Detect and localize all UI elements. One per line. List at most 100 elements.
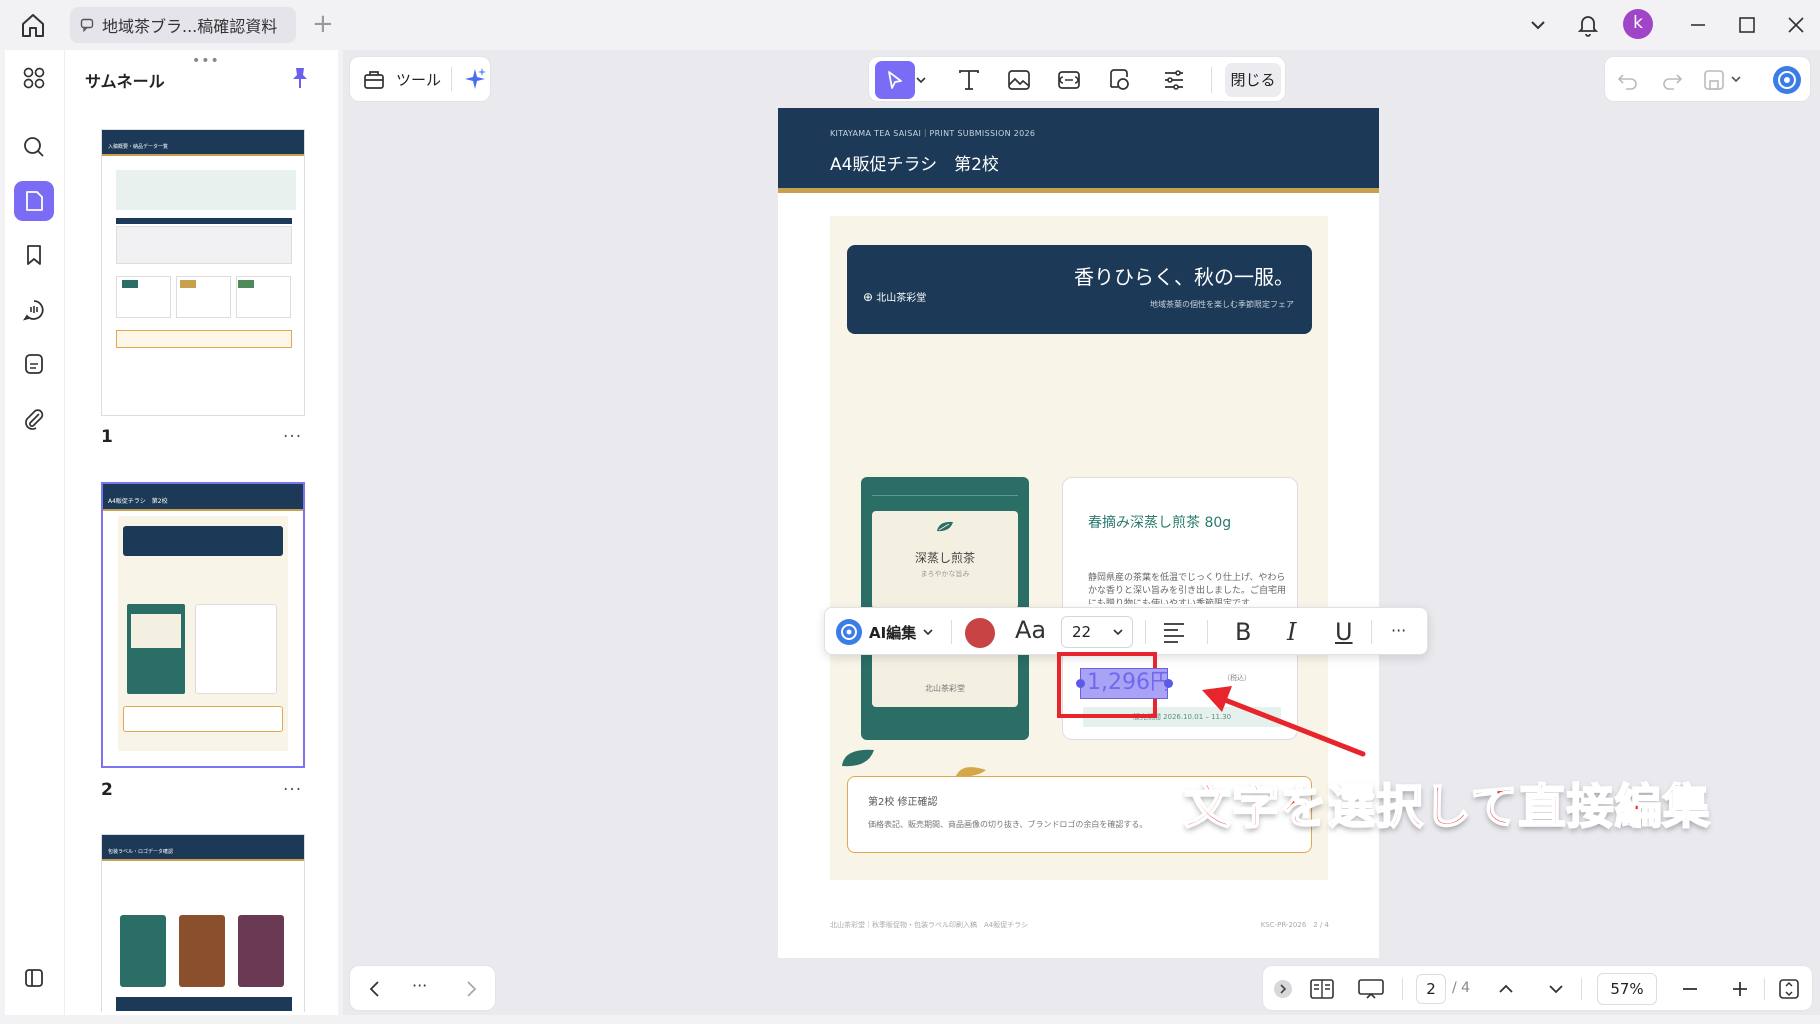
chevron-down-icon xyxy=(923,629,933,636)
selection-handle-left[interactable] xyxy=(1076,679,1085,688)
maximize-icon[interactable] xyxy=(1735,11,1759,39)
italic-button[interactable]: I xyxy=(1287,618,1296,646)
chevron-right-icon[interactable] xyxy=(460,978,482,1000)
current-page-input[interactable]: 2 xyxy=(1416,974,1446,1004)
select-tool-button[interactable] xyxy=(875,61,915,99)
package-subtitle: まろやかな旨み xyxy=(920,570,970,578)
more-button[interactable]: ··· xyxy=(412,976,427,995)
callout-text: 文字を選択して直接編集 xyxy=(1183,779,1711,836)
ai-assistant-icon[interactable] xyxy=(1772,65,1802,95)
panel-grip[interactable]: ••• xyxy=(192,53,220,69)
align-left-icon[interactable] xyxy=(1161,620,1187,644)
document-tab[interactable]: 地域茶ブラ...稿確認資料 xyxy=(70,7,296,43)
cursor-icon xyxy=(888,71,902,89)
minimize-icon[interactable] xyxy=(1686,11,1710,39)
page-number-1: 1 xyxy=(101,427,113,447)
properties-tool-icon[interactable] xyxy=(1154,64,1194,96)
home-button[interactable] xyxy=(18,12,48,38)
package-title: 深蒸し煎茶 xyxy=(914,551,975,565)
select-dropdown-icon[interactable] xyxy=(913,64,929,96)
user-avatar[interactable]: k xyxy=(1623,9,1653,39)
font-size-value: 22 xyxy=(1072,623,1092,641)
edit-toolbar: 閉じる xyxy=(868,56,1286,102)
product-description[interactable]: 静岡県産の茶葉を低温でじっくり仕上げ、やわらかな香りと深い旨みを引き出しました。… xyxy=(1088,572,1288,604)
header-title[interactable]: A4販促チラシ 第2校 xyxy=(830,150,999,175)
ai-sparkle-icon[interactable] xyxy=(462,66,488,92)
close-window-icon[interactable] xyxy=(1784,11,1808,39)
tools-label: ツール xyxy=(396,70,442,89)
banner-title[interactable]: 香りひらく、秋の一服。 xyxy=(1074,261,1294,290)
page-2-more-button[interactable]: ··· xyxy=(283,780,302,800)
save-dropdown-icon[interactable] xyxy=(1729,72,1743,86)
form-icon[interactable] xyxy=(14,344,54,384)
bookmark-icon[interactable] xyxy=(14,235,54,275)
sidebar-toggle-icon[interactable] xyxy=(14,958,54,998)
chevron-down-icon[interactable] xyxy=(1545,978,1567,1000)
product-title[interactable]: 春摘み深蒸し煎茶 80g xyxy=(1088,512,1231,532)
zoom-in-icon[interactable] xyxy=(1729,978,1751,1000)
underline-button[interactable]: U xyxy=(1335,618,1353,646)
image-tool-icon[interactable] xyxy=(1003,64,1035,96)
selection-handle-right[interactable] xyxy=(1164,679,1173,688)
thumbnail-panel: ••• サムネール 入稿概要・納品データ一覧 1 ··· A4販促チラシ 第2校… xyxy=(64,50,338,1015)
zoom-level-input[interactable]: 57% xyxy=(1597,973,1657,1005)
attachment-icon[interactable] xyxy=(14,399,54,439)
header-small-text: KITAYAMA TEA SAISAI｜PRINT SUBMISSION 202… xyxy=(830,129,1036,138)
page-thumbnail-icon[interactable] xyxy=(14,181,54,221)
search-icon[interactable] xyxy=(14,127,54,167)
bold-button[interactable]: B xyxy=(1235,618,1251,646)
page-nav-bar: ··· xyxy=(349,965,496,1011)
bell-icon[interactable] xyxy=(1576,11,1600,39)
close-edit-button[interactable]: 閉じる xyxy=(1225,63,1281,97)
total-pages: / 4 xyxy=(1452,980,1471,996)
watermark-tool-icon[interactable] xyxy=(1103,64,1135,96)
decorative-leaf-icon xyxy=(840,744,876,770)
revision-description[interactable]: 価格表記、販売期間、商品画像の切り抜き、ブランドロゴの余白を確認する。 xyxy=(868,819,1147,830)
ai-edit-button[interactable]: AI編集 xyxy=(835,617,934,647)
page-thumbnail-2[interactable]: A4販促チラシ 第2校 xyxy=(101,482,305,768)
more-options-button[interactable]: ··· xyxy=(1391,617,1406,645)
package-brand: 北山茶彩堂 xyxy=(925,684,965,693)
text-color-swatch[interactable] xyxy=(965,618,995,648)
font-size-select[interactable]: 22 xyxy=(1061,616,1133,648)
fit-page-icon[interactable] xyxy=(1778,978,1800,1000)
thumb-3-header: 包装ラベル・ロゴデータ確認 xyxy=(108,849,174,855)
chevron-up-icon[interactable] xyxy=(1495,978,1517,1000)
grid-icon[interactable] xyxy=(14,58,54,98)
banner-brand[interactable]: ⊕ 北山茶彩堂 xyxy=(863,289,926,304)
page-layout-icon[interactable] xyxy=(1309,978,1335,1000)
page-thumbnail-1[interactable]: 入稿概要・納品データ一覧 xyxy=(101,129,305,416)
panel-title: サムネール xyxy=(85,72,165,91)
link-tool-icon[interactable] xyxy=(1053,64,1085,96)
font-family-button[interactable]: Aa xyxy=(1015,616,1046,644)
save-icon[interactable] xyxy=(1701,67,1727,93)
new-tab-button[interactable]: + xyxy=(312,10,334,38)
revision-title[interactable]: 第2校 修正確認 xyxy=(868,793,938,808)
page-footer-left: 北山茶彩堂｜秋季販促物・包装ラベル印刷入稿 A4販促チラシ xyxy=(830,921,1029,929)
banner-subtitle[interactable]: 地域茶葉の個性を楽しむ季節限定フェア xyxy=(1150,299,1294,310)
pin-icon[interactable] xyxy=(289,66,311,90)
tab-title: 地域茶ブラ...稿確認資料 xyxy=(102,17,278,36)
page-1-more-button[interactable]: ··· xyxy=(283,427,302,447)
chevron-left-icon[interactable] xyxy=(364,978,386,1000)
title-bar: 地域茶ブラ...稿確認資料 + k xyxy=(0,0,1820,50)
expand-icon[interactable] xyxy=(1273,979,1293,999)
price-text-selected[interactable]: 1,296円 xyxy=(1080,668,1168,699)
zoom-out-icon[interactable] xyxy=(1679,978,1701,1000)
chevron-down-icon[interactable] xyxy=(1526,11,1550,39)
history-toolbar xyxy=(1604,56,1811,102)
text-tool-icon[interactable] xyxy=(953,64,985,96)
presentation-icon[interactable] xyxy=(1357,978,1385,1000)
page-thumbnail-3[interactable]: 包装ラベル・ロゴデータ確認 xyxy=(101,834,305,1012)
undo-icon[interactable] xyxy=(1615,67,1641,93)
redo-icon[interactable] xyxy=(1659,67,1685,93)
home-icon xyxy=(22,14,44,37)
status-bar: 2 / 4 57% xyxy=(1262,965,1813,1011)
flyer-banner: ⊕ 北山茶彩堂 香りひらく、秋の一服。 地域茶葉の個性を楽しむ季節限定フェア xyxy=(847,245,1312,334)
ai-edit-label: AI編集 xyxy=(869,623,917,642)
page-header-band: KITAYAMA TEA SAISAI｜PRINT SUBMISSION 202… xyxy=(778,108,1379,188)
chevron-down-icon xyxy=(1112,617,1124,647)
tools-button[interactable]: ツール xyxy=(349,56,491,102)
comment-icon[interactable] xyxy=(14,290,54,330)
annotation-arrow xyxy=(1198,680,1368,760)
